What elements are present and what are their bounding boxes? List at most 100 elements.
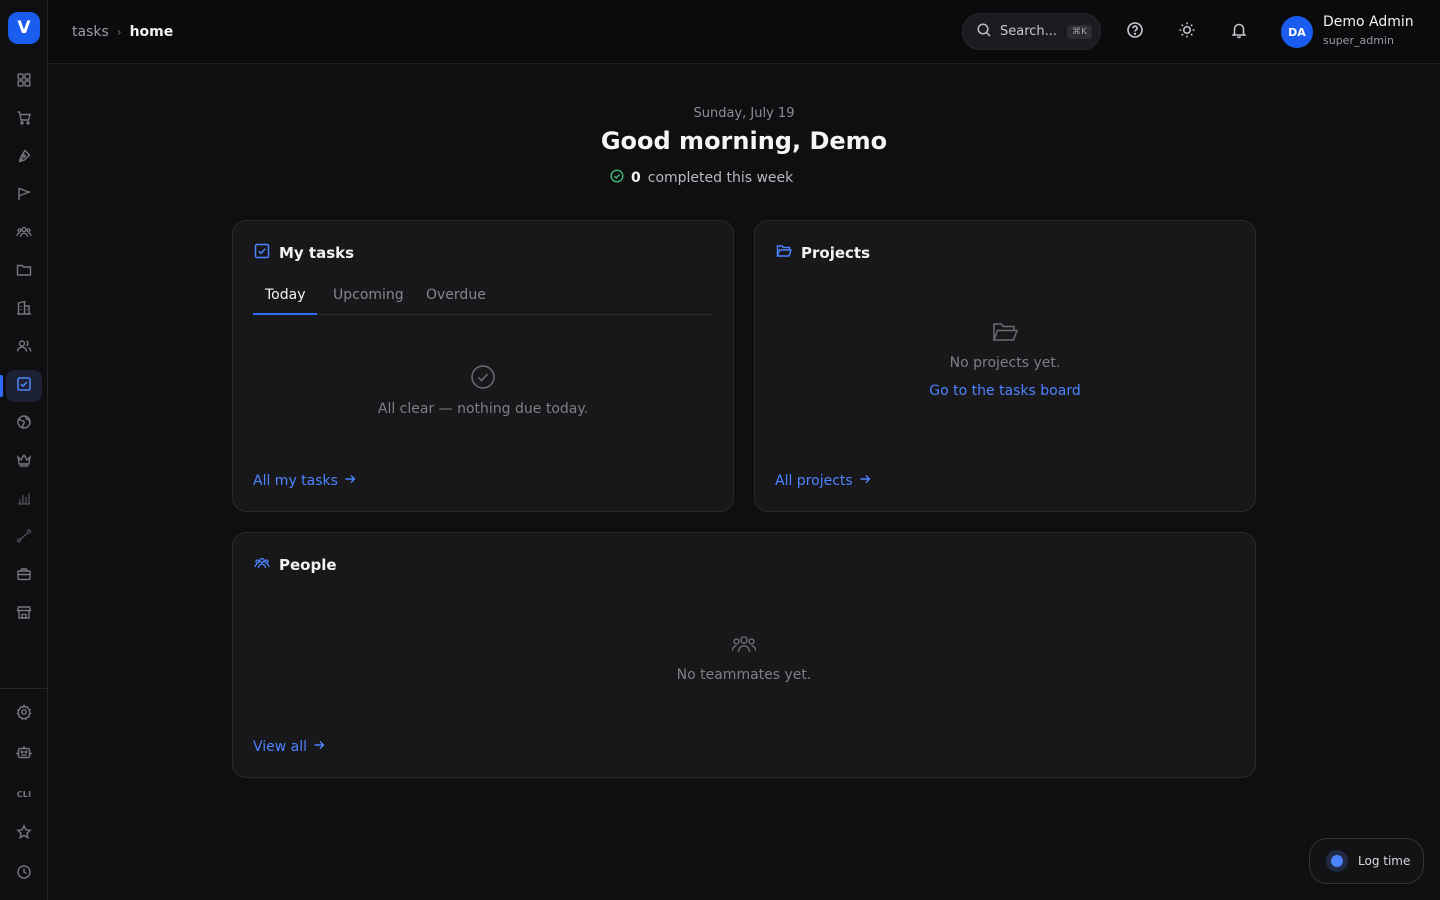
my-tasks-card: My tasks Today Upcoming Overdue All clea…: [232, 220, 734, 512]
tasks-empty-text: All clear — nothing due today.: [377, 401, 589, 417]
my-tasks-title: My tasks: [279, 244, 355, 262]
projects-empty-text: No projects yet.: [949, 355, 1061, 371]
sidebar-item-community[interactable]: [6, 218, 42, 250]
globe-icon: [16, 414, 32, 434]
arrow-right-icon: [313, 739, 325, 755]
sidebar-item-people[interactable]: [6, 332, 42, 364]
theme-toggle-button[interactable]: [1175, 20, 1199, 44]
help-circle-icon: [1126, 21, 1144, 43]
view-all-people-link[interactable]: View all: [253, 739, 325, 755]
sidebar-item-analytics[interactable]: [6, 484, 42, 516]
arrow-right-icon: [859, 473, 871, 489]
crown-icon: [16, 452, 32, 472]
tab-underline: [253, 313, 317, 315]
tasks-board-link[interactable]: Go to the tasks board: [755, 383, 1255, 399]
card-title: Projects: [776, 243, 870, 263]
check-circle-icon: [610, 169, 624, 187]
all-my-tasks-link[interactable]: All my tasks: [253, 473, 356, 489]
sidebar-item-web[interactable]: [6, 408, 42, 440]
user-role: super_admin: [1323, 34, 1394, 47]
breadcrumb-current: home: [129, 24, 174, 40]
top-header: tasks › home Search... ⌘K DA Demo Admin …: [48, 0, 1440, 64]
search-input[interactable]: Search... ⌘K: [962, 13, 1101, 50]
tab-upcoming[interactable]: Upcoming: [333, 287, 404, 303]
user-name[interactable]: Demo Admin: [1323, 14, 1414, 30]
card-title: People: [254, 555, 337, 575]
folder-open-icon: [992, 319, 1019, 349]
sidebar-item-bots[interactable]: [6, 738, 42, 770]
briefcase-icon: [16, 566, 32, 586]
people-card: People No teammates yet. View all: [232, 532, 1256, 778]
tab-today[interactable]: Today: [265, 287, 306, 303]
app-root: V CLI tasks › home Search... ⌘K DA Demo …: [0, 0, 1440, 900]
robot-icon: [16, 744, 32, 764]
sidebar-item-history[interactable]: [6, 858, 42, 890]
sidebar-item-jobs[interactable]: [6, 560, 42, 592]
sidebar-item-settings[interactable]: [6, 698, 42, 730]
search-shortcut: ⌘K: [1067, 24, 1092, 39]
log-time-label: Log time: [1358, 854, 1411, 868]
all-my-tasks-label: All my tasks: [253, 473, 338, 489]
grid-icon: [16, 72, 32, 92]
folder-open-icon: [776, 243, 792, 263]
users-icon: [16, 338, 32, 358]
flag-icon: [16, 186, 32, 206]
sidebar-item-dashboard[interactable]: [6, 66, 42, 98]
log-time-button[interactable]: Log time: [1309, 838, 1424, 884]
help-button[interactable]: [1123, 20, 1147, 44]
sidebar-item-store[interactable]: [6, 598, 42, 630]
bar-chart-icon: [16, 490, 32, 510]
sidebar-item-files[interactable]: [6, 256, 42, 288]
timer-icon: [1326, 850, 1348, 872]
search-placeholder: Search...: [1000, 24, 1058, 39]
route-icon: [16, 528, 32, 548]
completed-label: completed this week: [647, 170, 794, 186]
users-group-icon: [16, 224, 32, 244]
bell-icon: [1230, 21, 1248, 43]
arrow-right-icon: [344, 473, 356, 489]
all-projects-link[interactable]: All projects: [775, 473, 871, 489]
app-logo[interactable]: V: [8, 12, 40, 44]
all-projects-label: All projects: [775, 473, 853, 489]
current-date: Sunday, July 19: [693, 106, 795, 121]
notifications-button[interactable]: [1227, 20, 1251, 44]
sidebar-item-campaigns[interactable]: [6, 180, 42, 212]
page-title: Good morning, Demo: [600, 127, 888, 155]
people-empty-text: No teammates yet.: [676, 667, 812, 683]
view-all-label: View all: [253, 739, 308, 755]
sidebar-item-favorites[interactable]: [6, 818, 42, 850]
folder-icon: [16, 262, 32, 282]
clock-icon: [16, 864, 32, 884]
active-indicator: [0, 375, 3, 397]
sidebar-item-routes[interactable]: [6, 522, 42, 554]
sidebar-item-company[interactable]: [6, 294, 42, 326]
sidebar-item-tasks[interactable]: [6, 370, 42, 402]
star-icon: [16, 824, 32, 844]
projects-card: Projects No projects yet. Go to the task…: [754, 220, 1256, 512]
checkbox-icon: [16, 376, 32, 396]
users-group-icon: [731, 631, 757, 661]
avatar[interactable]: DA: [1281, 16, 1313, 48]
sidebar-item-cli[interactable]: CLI: [6, 778, 42, 810]
projects-title: Projects: [801, 244, 871, 262]
search-icon: [976, 22, 992, 42]
breadcrumb-parent[interactable]: tasks: [72, 24, 109, 40]
task-tabs: Today Upcoming Overdue: [253, 283, 713, 315]
cli-label: CLI: [16, 789, 32, 799]
gear-icon: [16, 704, 32, 724]
weekly-completed: 0 completed this week: [610, 169, 793, 187]
check-circle-icon: [470, 364, 496, 394]
store-icon: [16, 604, 32, 624]
users-group-icon: [254, 555, 270, 575]
tab-overdue[interactable]: Overdue: [426, 287, 486, 303]
checkbox-icon: [254, 243, 270, 263]
sidebar-divider: [0, 688, 48, 689]
chevron-right-icon: ›: [116, 25, 122, 39]
card-title: My tasks: [254, 243, 354, 263]
breadcrumb: tasks › home: [72, 22, 173, 42]
sun-icon: [1178, 21, 1196, 43]
completed-count: 0: [631, 170, 641, 186]
people-title: People: [279, 556, 337, 574]
building-icon: [16, 300, 32, 320]
sidebar-item-premium[interactable]: [6, 446, 42, 478]
